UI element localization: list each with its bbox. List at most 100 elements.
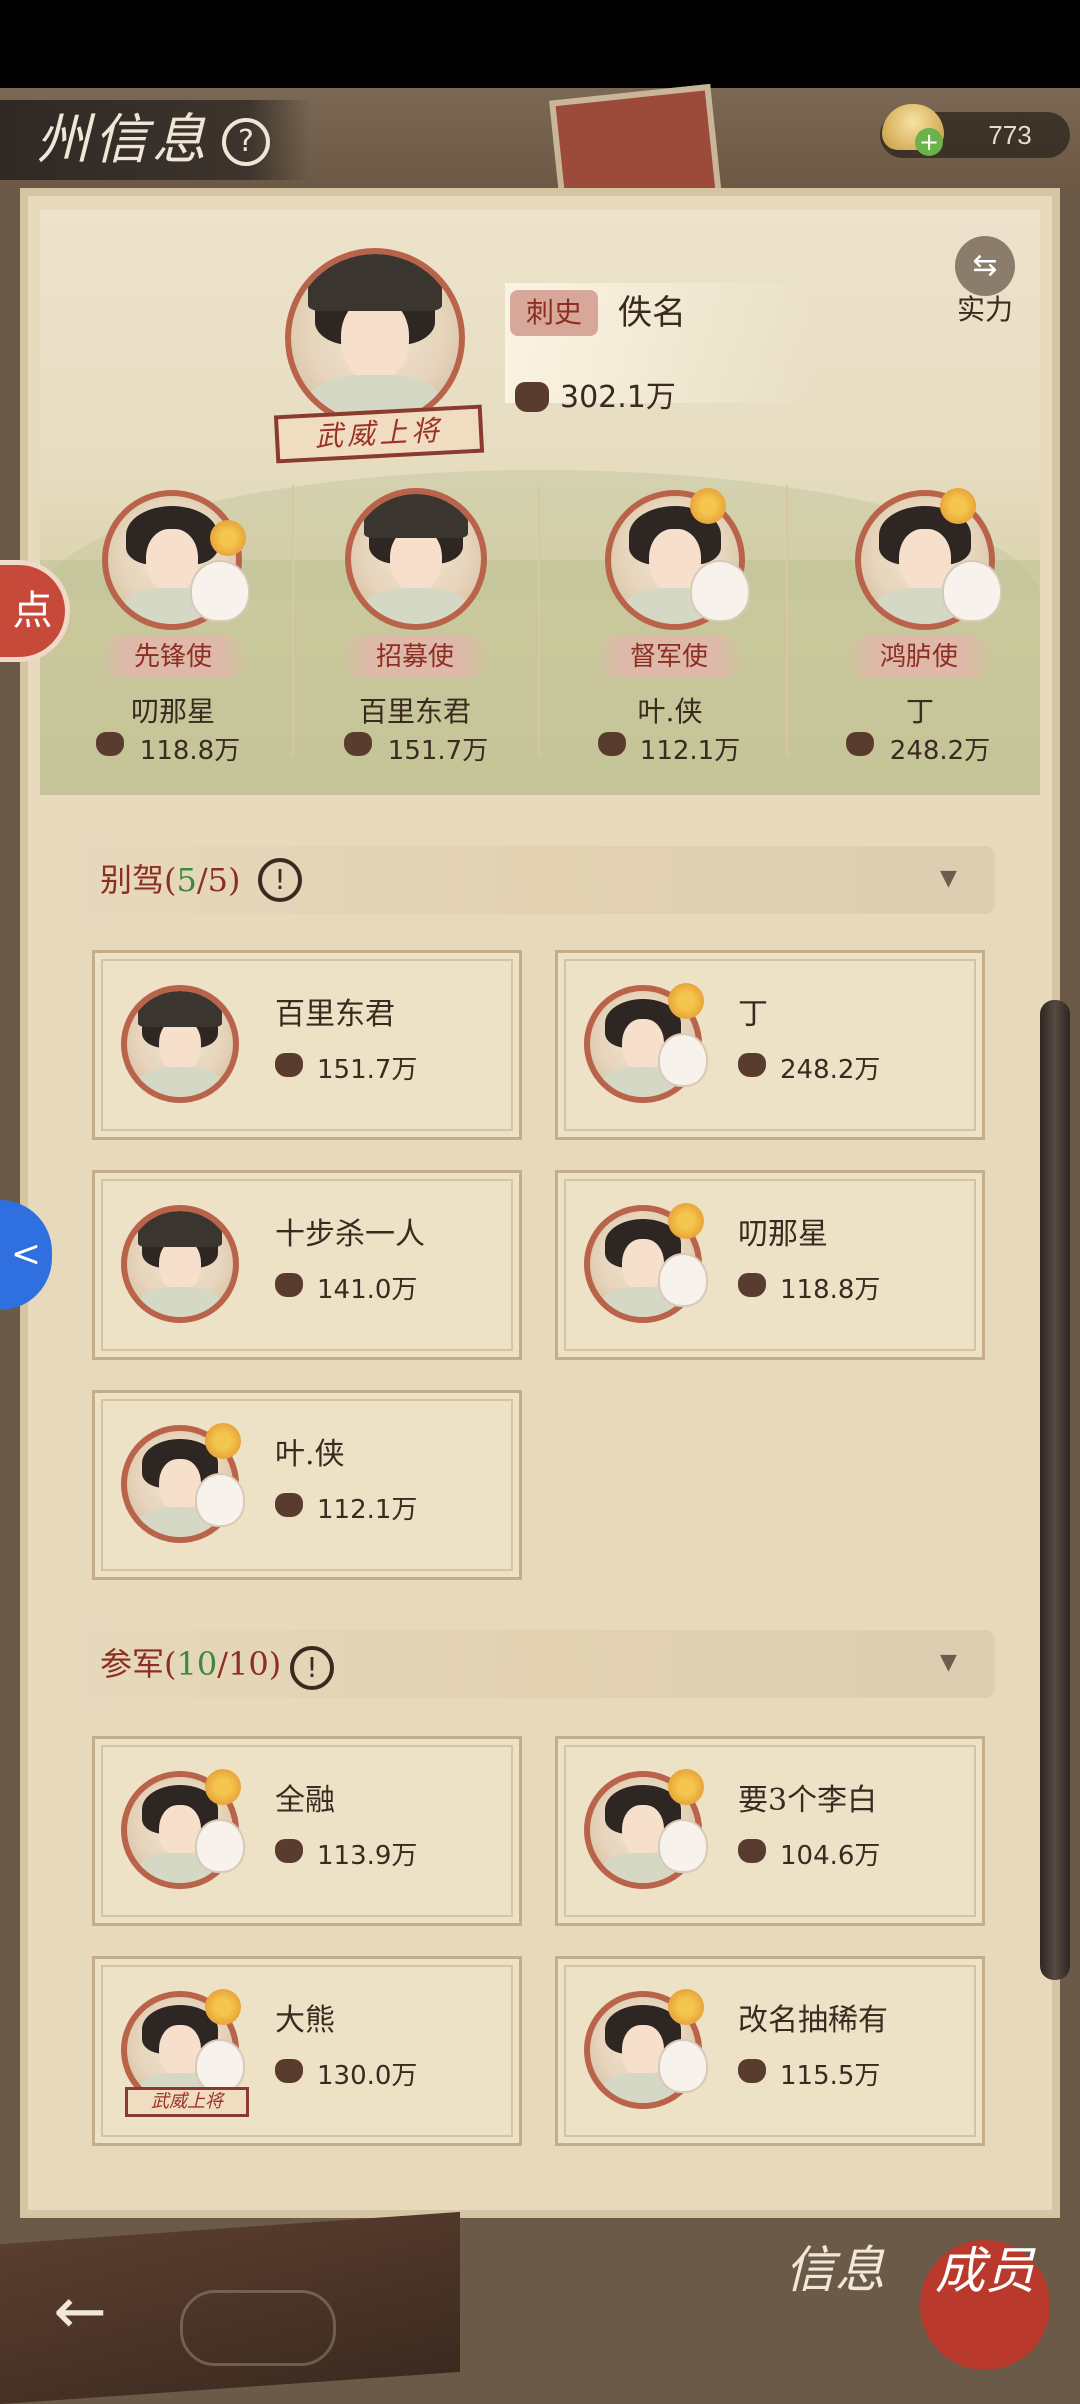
power-fist-icon [738,1839,766,1863]
member-power: 115.5万 [780,2061,881,2091]
add-currency-button[interactable]: + [915,128,943,156]
member-name: 丁 [738,997,768,1032]
member-power: 248.2万 [780,1055,881,1085]
member-name: 改名抽稀有 [738,2003,888,2038]
bunny-pet-icon [195,1819,245,1873]
member-card[interactable]: 叨那星 118.8万 [555,1170,985,1360]
section-total: 5 [207,861,228,899]
tab-info[interactable]: 信息 [770,2240,900,2370]
divider [292,485,294,755]
flower-decoration [690,488,726,524]
member-card[interactable]: 改名抽稀有 115.5万 [555,1956,985,2146]
member-card[interactable]: 全融 113.9万 [92,1736,522,1926]
member-name: 十步杀一人 [275,1217,425,1252]
power-fist-icon [515,382,549,412]
power-fist-icon [275,1493,303,1517]
currency-value: 773 [988,120,1032,150]
member-card[interactable]: 叶.侠 112.1万 [92,1390,522,1580]
canjun-section-title: 参军(10/10) [100,1645,282,1683]
aide-role-tag: 鸿胪使 [844,636,994,678]
aide-name: 百里东君 [358,695,471,728]
member-avatar [121,985,239,1103]
aide-power: 151.7万 [387,736,489,766]
member-card[interactable]: 百里东君 151.7万 [92,950,522,1140]
bunny-pet-icon [658,1253,708,1307]
section-total: 10 [228,1645,269,1683]
aide-power: 118.8万 [139,736,241,766]
flower-decoration [668,1203,704,1239]
aide-name: 叶.侠 [637,695,703,728]
power-fist-icon [275,2059,303,2083]
cloud-decoration [180,2290,336,2366]
brush-decoration [1040,1000,1070,1980]
aide-power: 112.1万 [639,736,741,766]
back-arrow-icon[interactable]: ← [40,2272,120,2352]
aide-role-tag: 招募使 [340,636,490,678]
member-power: 141.0万 [317,1275,418,1305]
flower-decoration [205,1423,241,1459]
member-avatar [121,1205,239,1323]
power-fist-icon [275,1053,303,1077]
aide-name: 丁 [905,695,934,728]
help-icon[interactable]: ? [222,118,270,166]
biejia-section-title: 别驾(5/5) [100,861,241,899]
flower-decoration [940,488,976,524]
flower-decoration [668,1769,704,1805]
aide-role-tag: 督军使 [594,636,744,678]
section-label: 参军 [100,1645,165,1683]
chief-power: 302.1万 [560,380,676,415]
member-card[interactable]: 武威上将 大熊 130.0万 [92,1956,522,2146]
page-title: 州信息 [36,108,210,171]
member-power: 118.8万 [780,1275,881,1305]
member-name: 百里东君 [275,997,395,1032]
power-fist-icon [738,1053,766,1077]
aide-name: 叨那星 [130,695,215,728]
member-card[interactable]: 要3个李白 104.6万 [555,1736,985,1926]
member-card[interactable]: 丁 248.2万 [555,950,985,1140]
flower-decoration [210,520,246,556]
chief-name: 佚名 [618,293,686,333]
chief-avatar[interactable] [285,248,465,428]
flower-decoration [668,1989,704,2025]
member-power: 104.6万 [780,1841,881,1871]
bunny-pet-icon [195,2039,245,2093]
power-fist-icon [738,2059,766,2083]
section-count: 10 [176,1645,218,1683]
divider [786,485,788,755]
bunny-pet-icon [190,560,250,622]
divider [538,485,540,755]
power-fist-icon [738,1273,766,1297]
member-name: 叶.侠 [275,1437,345,1472]
bunny-pet-icon [658,2039,708,2093]
switch-icon[interactable]: ⇆ [955,236,1015,296]
chevron-down-icon[interactable]: ▼ [940,1650,957,1675]
aide-role-tag: 先锋使 [98,636,248,678]
flower-decoration [205,1989,241,2025]
info-icon[interactable]: ! [290,1646,334,1690]
status-bar [0,0,1080,88]
tab-members[interactable]: 成员 [920,2240,1050,2370]
aide-power: 248.2万 [889,736,991,766]
member-power: 151.7万 [317,1055,418,1085]
chevron-down-icon[interactable]: ▼ [940,866,957,891]
member-card[interactable]: 十步杀一人 141.0万 [92,1170,522,1360]
bunny-pet-icon [690,560,750,622]
member-name: 全融 [275,1783,335,1818]
bunny-pet-icon [658,1033,708,1087]
member-name: 叨那星 [738,1217,828,1252]
member-power: 112.1万 [317,1495,418,1525]
bunny-pet-icon [195,1473,245,1527]
bunny-pet-icon [942,560,1002,622]
member-power: 113.9万 [317,1841,418,1871]
aide-avatar[interactable] [345,488,487,630]
section-label: 别驾 [100,861,165,899]
section-count: 5 [176,861,197,899]
member-name: 要3个李白 [738,1783,878,1818]
flower-decoration [205,1769,241,1805]
switch-label[interactable]: 实力 [945,288,1025,328]
title-badge: 武威上将 [125,2087,249,2117]
member-power: 130.0万 [317,2061,418,2091]
chief-role-tag: 刺史 [510,290,598,336]
member-name: 大熊 [275,2003,335,2038]
info-icon[interactable]: ! [258,858,302,902]
